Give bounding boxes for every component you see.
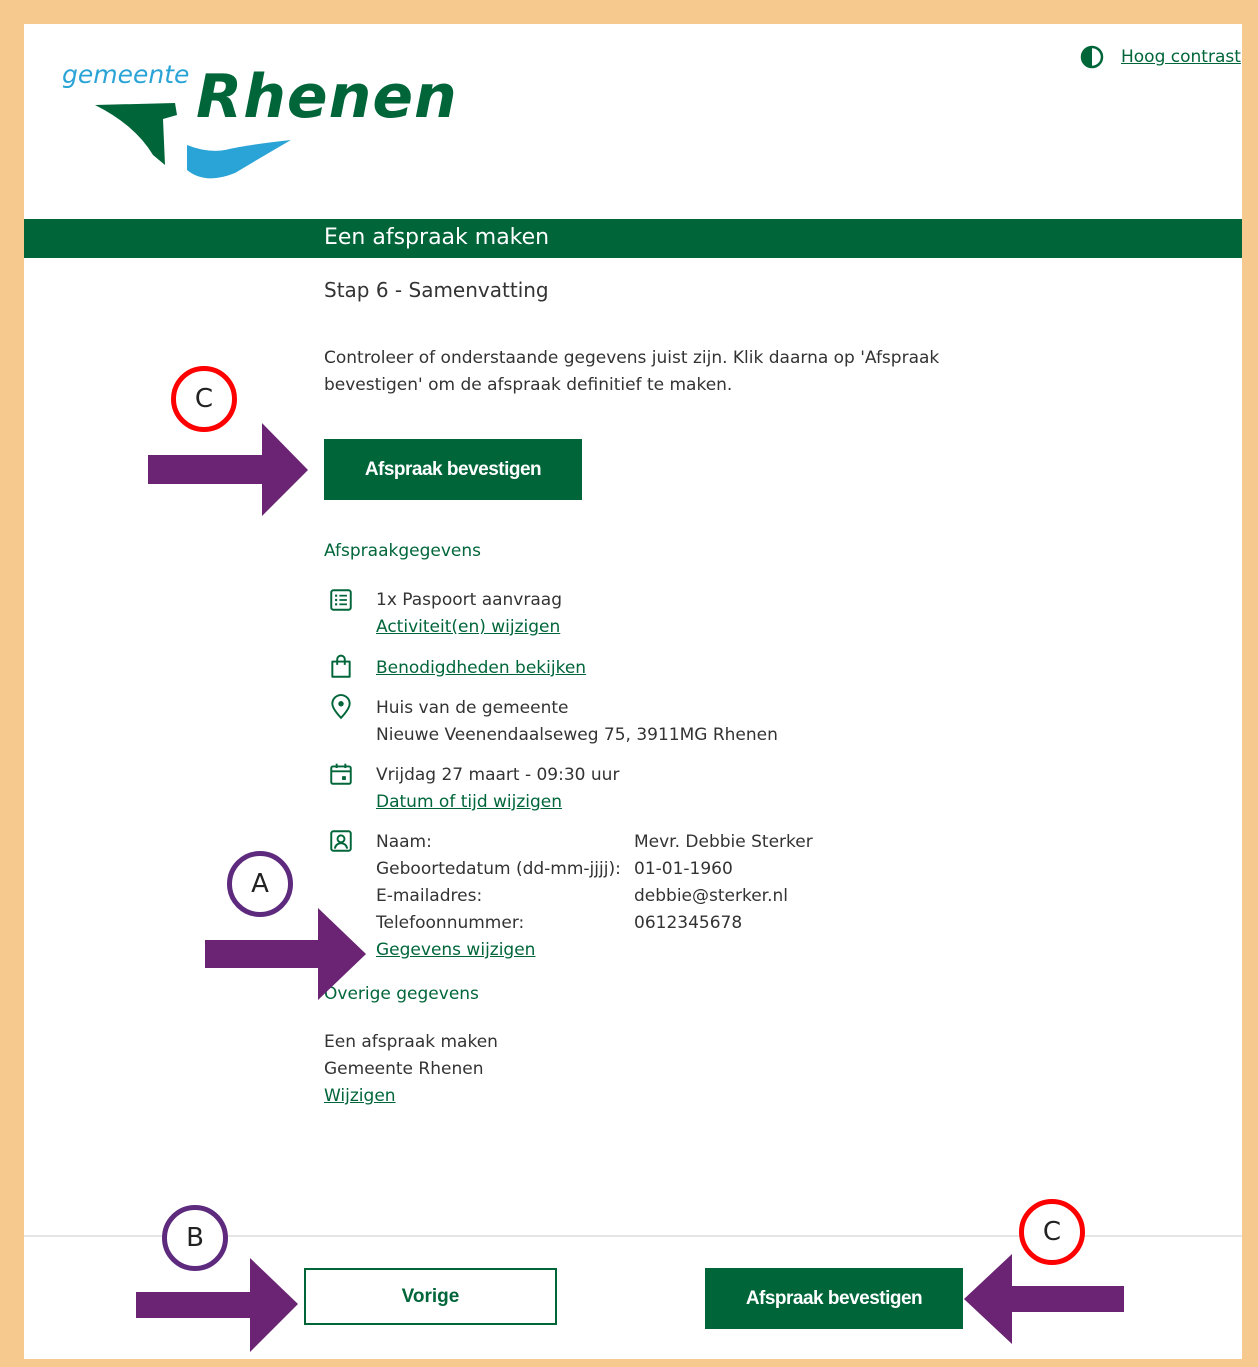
annotation-c-top: C bbox=[171, 366, 237, 432]
arrow-c-top bbox=[148, 423, 308, 516]
arrow-a bbox=[205, 908, 366, 1000]
annotation-c-bottom: C bbox=[1019, 1199, 1085, 1265]
annotation-a: A bbox=[227, 851, 293, 917]
annotation-arrows bbox=[136, 423, 1124, 1352]
arrow-c-bottom bbox=[964, 1254, 1124, 1344]
annotation-b: B bbox=[162, 1205, 228, 1271]
arrow-b bbox=[136, 1258, 298, 1352]
